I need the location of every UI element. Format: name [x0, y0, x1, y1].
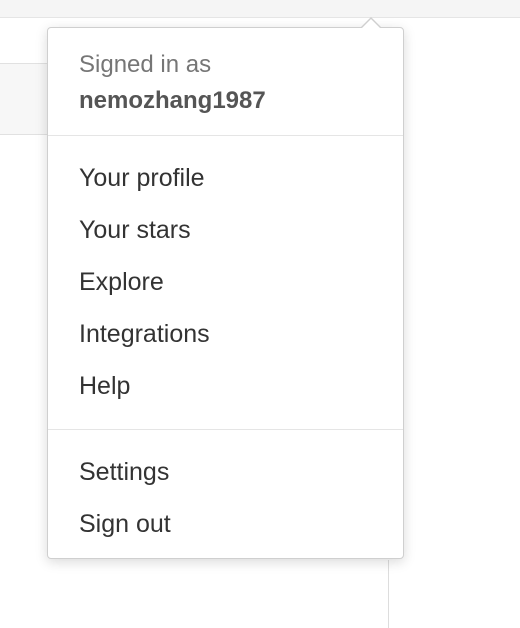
divider: [48, 429, 403, 430]
signed-in-label: Signed in as: [79, 51, 212, 78]
page: Signed in as nemozhang1987 Your profile …: [0, 0, 520, 628]
username: nemozhang1987: [79, 87, 266, 114]
menu-item-sign-out[interactable]: Sign out: [48, 498, 403, 550]
menu-item-integrations[interactable]: Integrations: [48, 308, 403, 360]
header-bar: [0, 0, 520, 18]
menu-group-main: Your profile Your stars Explore Integrat…: [48, 152, 403, 412]
user-dropdown-menu: Signed in as nemozhang1987 Your profile …: [47, 17, 404, 559]
divider: [48, 135, 403, 136]
menu-item-settings[interactable]: Settings: [48, 446, 403, 498]
background-bar: [0, 63, 48, 135]
menu-item-your-profile[interactable]: Your profile: [48, 152, 403, 204]
menu-item-your-stars[interactable]: Your stars: [48, 204, 403, 256]
menu-item-explore[interactable]: Explore: [48, 256, 403, 308]
vertical-divider: [388, 560, 389, 628]
menu-group-account: Settings Sign out: [48, 446, 403, 550]
menu-item-help[interactable]: Help: [48, 360, 403, 412]
signed-in-header: Signed in as nemozhang1987: [48, 28, 403, 135]
